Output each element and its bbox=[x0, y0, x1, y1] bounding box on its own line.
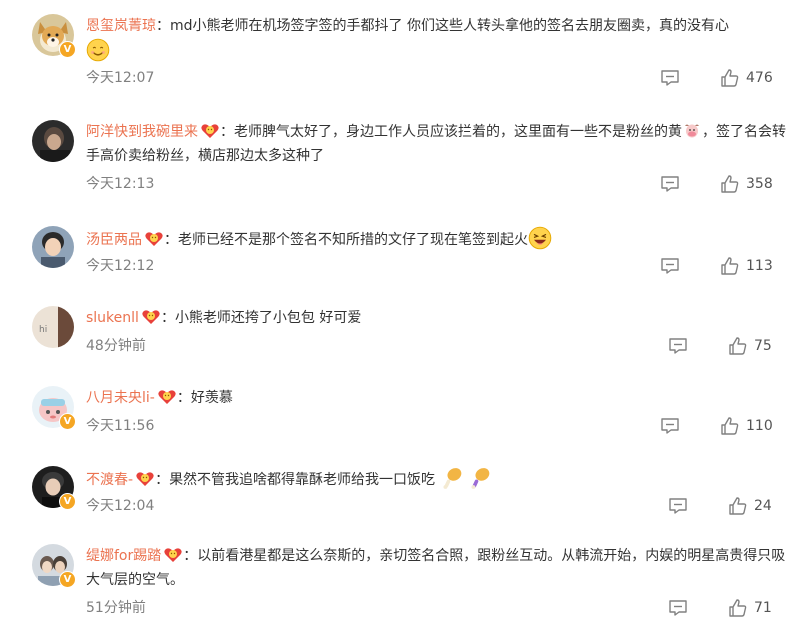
timestamp: 今天12:07 bbox=[86, 70, 155, 86]
timestamp: 51分钟前 bbox=[86, 600, 146, 616]
comment-meta: 今天11:56 110 bbox=[86, 414, 786, 438]
comment-meta: 今天12:07 476 bbox=[86, 66, 786, 90]
cow-emoji-icon bbox=[685, 124, 699, 138]
avatar-text: hi bbox=[39, 325, 47, 335]
colon: ： bbox=[176, 390, 191, 406]
drumstick-emoji-icon bbox=[442, 468, 461, 489]
comment-text: 老师已经不是那个签名不知所措的文仔了现在笔签到起火 bbox=[178, 232, 528, 248]
thumbs-up-icon[interactable] bbox=[728, 598, 748, 618]
comment-text: 老师脾气太好了，身边工作人员应该拦着的，这里面有一些不是粉丝的黄 bbox=[234, 124, 682, 140]
colon: ： bbox=[156, 18, 170, 34]
comment-meta: 今天12:04 24 bbox=[86, 494, 786, 518]
drumstick-emoji-icon bbox=[471, 468, 490, 489]
username[interactable]: 阿洋快到我碗里来 bbox=[86, 124, 198, 140]
like-count: 476 bbox=[746, 70, 773, 86]
like-count: 113 bbox=[746, 258, 773, 274]
colon: ： bbox=[155, 472, 170, 488]
laughing-emoji-icon bbox=[528, 226, 552, 250]
comment-reply-icon[interactable] bbox=[660, 417, 680, 435]
like-count: 71 bbox=[754, 600, 772, 616]
verified-badge-icon: V bbox=[59, 41, 76, 58]
thumbs-up-icon[interactable] bbox=[728, 496, 748, 516]
colon: ： bbox=[220, 124, 234, 140]
avatar[interactable] bbox=[32, 226, 74, 268]
smile-emoji-icon bbox=[86, 38, 110, 62]
comment-text: 好羡慕 bbox=[190, 390, 233, 406]
comment-text: md小熊老师在机场签字签的手都抖了 你们这些人转头拿他的签名去朋友圈卖，真的没有… bbox=[170, 18, 729, 34]
username[interactable]: 汤臣两品 bbox=[86, 232, 142, 248]
avatar-image bbox=[32, 120, 74, 162]
fan-heart-badge-icon bbox=[145, 232, 163, 246]
fan-heart-badge-icon bbox=[142, 310, 160, 324]
avatar[interactable]: V bbox=[32, 466, 76, 510]
comment-body: 不渡春- ：果然不管我追啥都得靠酥老师给我一口饭吃 bbox=[86, 466, 786, 492]
comment-reply-icon[interactable] bbox=[668, 337, 688, 355]
timestamp: 今天12:04 bbox=[86, 498, 155, 514]
username[interactable]: slukenll bbox=[86, 310, 139, 326]
comment-reply-icon[interactable] bbox=[660, 175, 680, 193]
colon: ： bbox=[160, 310, 175, 326]
fan-heart-badge-icon bbox=[158, 390, 176, 404]
avatar[interactable] bbox=[32, 120, 74, 162]
thumbs-up-icon[interactable] bbox=[720, 416, 740, 436]
like-count: 24 bbox=[754, 498, 772, 514]
like-count: 358 bbox=[746, 176, 773, 192]
timestamp: 今天12:13 bbox=[86, 176, 155, 192]
colon: ： bbox=[183, 548, 198, 564]
verified-badge-icon: V bbox=[59, 571, 76, 588]
username[interactable]: 八月未央li- bbox=[86, 390, 155, 406]
fan-heart-badge-icon bbox=[164, 548, 182, 562]
comment-meta: 今天12:12 113 bbox=[86, 254, 786, 278]
thumbs-up-icon[interactable] bbox=[720, 256, 740, 276]
comment-meta: 48分钟前 75 bbox=[86, 334, 786, 358]
fan-heart-badge-icon bbox=[136, 472, 154, 486]
comment-list: V 恩玺岚菁琼：md小熊老师在机场签字签的手都抖了 你们这些人转头拿他的签名去朋… bbox=[0, 0, 794, 631]
comment-reply-icon[interactable] bbox=[660, 257, 680, 275]
comment-text: 小熊老师还挎了小包包 好可爱 bbox=[174, 310, 362, 326]
verified-badge-icon: V bbox=[59, 493, 76, 510]
comment-body: 八月未央li- ：好羡慕 bbox=[86, 386, 786, 410]
comment-meta: 51分钟前 71 bbox=[86, 596, 786, 620]
comment-reply-icon[interactable] bbox=[660, 69, 680, 87]
fan-heart-badge-icon bbox=[201, 124, 219, 138]
comment-body: slukenll ：小熊老师还挎了小包包 好可爱 bbox=[86, 306, 786, 330]
comment-text: 果然不管我追啥都得靠酥老师给我一口饭吃 bbox=[169, 472, 436, 488]
comment-body: 恩玺岚菁琼：md小熊老师在机场签字签的手都抖了 你们这些人转头拿他的签名去朋友圈… bbox=[86, 14, 786, 64]
comment-meta: 今天12:13 358 bbox=[86, 172, 786, 196]
thumbs-up-icon[interactable] bbox=[720, 174, 740, 194]
avatar[interactable]: V bbox=[32, 544, 76, 588]
avatar[interactable]: V bbox=[32, 14, 76, 58]
avatar-image: hi bbox=[32, 306, 74, 348]
avatar-image bbox=[32, 226, 74, 268]
username[interactable]: 不渡春- bbox=[86, 472, 133, 488]
verified-badge-icon: V bbox=[59, 413, 76, 430]
timestamp: 48分钟前 bbox=[86, 338, 146, 354]
like-count: 75 bbox=[754, 338, 772, 354]
colon: ： bbox=[164, 232, 178, 248]
thumbs-up-icon[interactable] bbox=[720, 68, 740, 88]
avatar[interactable]: V bbox=[32, 386, 76, 430]
avatar[interactable]: hi bbox=[32, 306, 74, 348]
username[interactable]: 缇娜for踢踏 bbox=[86, 548, 161, 564]
thumbs-up-icon[interactable] bbox=[728, 336, 748, 356]
timestamp: 今天11:56 bbox=[86, 418, 155, 434]
timestamp: 今天12:12 bbox=[86, 258, 155, 274]
comment-reply-icon[interactable] bbox=[668, 497, 688, 515]
comment-body: 汤臣两品 ：老师已经不是那个签名不知所措的文仔了现在笔签到起火 bbox=[86, 226, 786, 252]
comment-reply-icon[interactable] bbox=[668, 599, 688, 617]
comment-body: 缇娜for踢踏 ：以前看港星都是这么奈斯的，亲切签名合照，跟粉丝互动。从韩流开始… bbox=[86, 544, 786, 592]
username[interactable]: 恩玺岚菁琼 bbox=[86, 18, 156, 34]
like-count: 110 bbox=[746, 418, 773, 434]
comment-body: 阿洋快到我碗里来 ：老师脾气太好了，身边工作人员应该拦着的，这里面有一些不是粉丝… bbox=[86, 120, 786, 168]
